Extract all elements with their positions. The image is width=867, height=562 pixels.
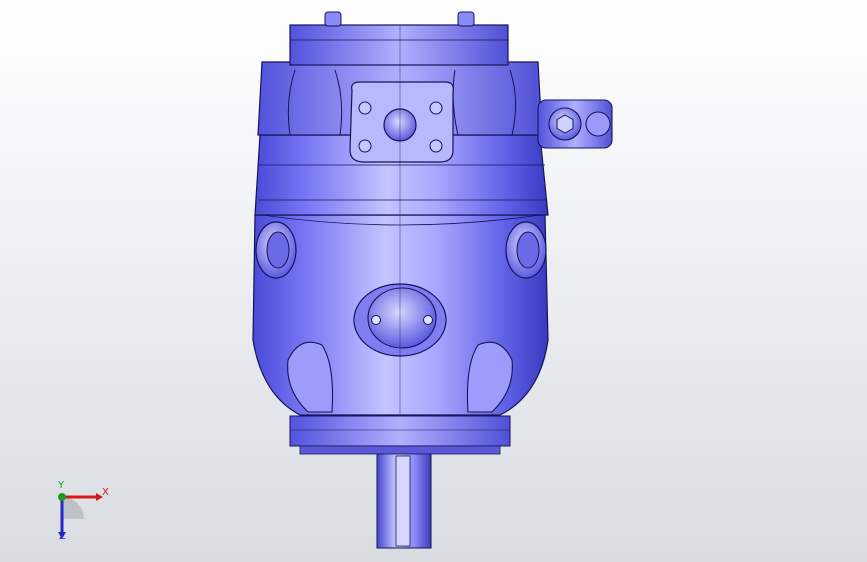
mounting-flange — [289, 415, 511, 455]
y-axis-label: Y — [58, 480, 65, 491]
side-valve — [537, 99, 613, 149]
coordinate-triad — [58, 493, 103, 539]
x-axis-label: X — [102, 487, 109, 498]
pump-3d-model[interactable] — [0, 0, 867, 562]
top-cover — [289, 24, 509, 66]
z-axis-label: Z — [59, 531, 66, 542]
drive-shaft — [376, 451, 432, 549]
port-flange — [349, 81, 454, 163]
graphics-viewport[interactable]: X Y Z — [0, 0, 867, 562]
